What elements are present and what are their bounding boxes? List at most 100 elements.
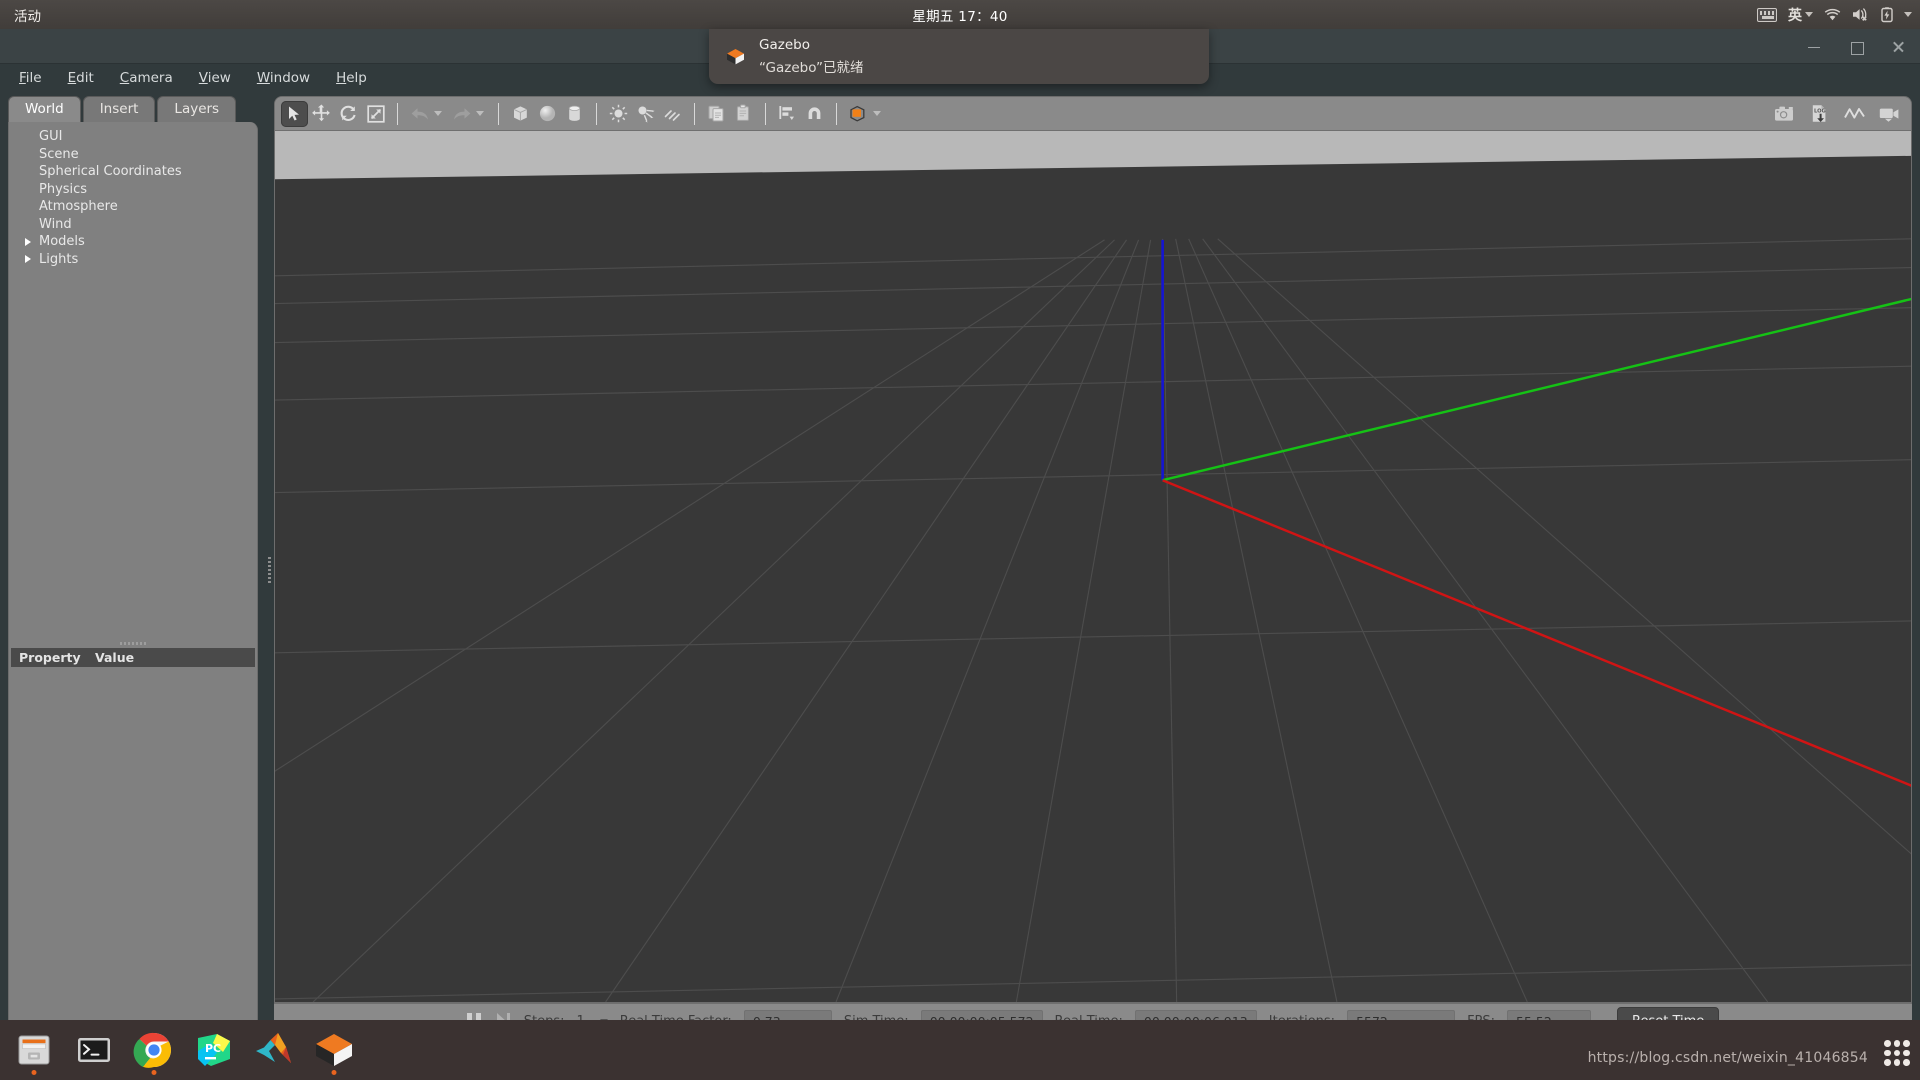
select-mode-button[interactable] [281,100,308,127]
input-method-indicator[interactable]: 英 [1788,5,1813,25]
tree-item-gui[interactable]: GUI [9,128,257,146]
tab-insert[interactable]: Insert [82,96,156,122]
insert-spot-light-button[interactable] [632,101,659,127]
tree-item-label: Spherical Coordinates [39,164,182,180]
toolbar-separator [694,102,695,125]
menu-file[interactable]: File [10,67,51,89]
toolbar-separator [397,102,398,125]
tree-item-label: Models [39,234,85,250]
show-applications-button[interactable] [1884,1040,1910,1066]
panel-tabs: World Insert Layers [8,96,258,122]
gazebo-cube-icon [316,1034,352,1066]
pycharm-icon: PC [198,1034,230,1066]
x-axis [1162,479,1911,787]
screenshot-button[interactable] [1771,101,1798,127]
tab-layers[interactable]: Layers [157,96,237,122]
view-mode-button[interactable] [845,101,872,127]
tree-item-physics[interactable]: Physics [9,181,257,199]
close-icon[interactable] [1890,39,1906,55]
tree-item-models[interactable]: Models [9,233,257,251]
render-frame: LOG [274,96,1912,1003]
tree-item-label: Scene [39,146,79,162]
volume-muted-icon[interactable] [1852,7,1870,22]
view-mode-dropdown[interactable] [873,111,881,116]
expand-arrow-icon[interactable] [25,255,39,264]
paste-button[interactable] [730,101,757,127]
menu-window[interactable]: Window [248,67,319,89]
dock-item-gazebo[interactable] [308,1024,360,1076]
insert-cylinder-button[interactable] [561,101,588,127]
tab-world[interactable]: World [8,96,81,122]
clock-label[interactable]: 星期五 17：40 [0,5,1920,25]
property-table-header: Property Value [11,647,255,667]
log-record-button[interactable]: LOG [1806,101,1833,127]
align-button[interactable] [774,101,801,127]
render-column: LOG [274,92,1920,1047]
dock-item-terminal[interactable] [68,1024,120,1076]
gazebo-cube-icon [725,46,746,67]
property-column-header: Property [19,649,81,665]
redo-history-dropdown[interactable] [476,111,484,116]
plot-button[interactable] [1841,101,1868,127]
y-axis [1162,297,1911,482]
chrome-icon [133,1032,171,1068]
translate-mode-button[interactable] [308,101,335,127]
rotate-mode-button[interactable] [335,101,362,127]
world-tree: GUI Scene Spherical Coordinates Physics [9,122,257,268]
tree-item-lights[interactable]: Lights [9,251,257,269]
insert-directional-light-button[interactable] [659,101,686,127]
tree-item-spherical-coordinates[interactable]: Spherical Coordinates [9,163,257,181]
gnome-top-bar: 活动 星期五 17：40 英 [0,0,1920,29]
undo-button[interactable] [406,101,433,127]
battery-charging-icon[interactable] [1881,6,1893,23]
copy-button[interactable] [703,101,730,127]
matlab-icon [256,1033,291,1063]
dock-item-files[interactable] [8,1024,60,1076]
blog-watermark: https://blog.csdn.net/weixin_41046854 [1587,1050,1868,1066]
left-panel: World Insert Layers GUI Scene Spherical … [0,92,264,1047]
tree-item-label: GUI [39,129,63,145]
toolbar-separator [596,102,597,125]
activities-button[interactable]: 活动 [0,5,53,25]
menu-camera[interactable]: Camera [111,67,182,89]
expand-arrow-icon[interactable] [25,237,39,246]
scale-mode-button[interactable] [362,101,389,127]
panel-splitter-handle[interactable] [11,640,255,648]
menu-edit[interactable]: Edit [59,67,103,89]
video-record-button[interactable] [1876,101,1903,127]
svg-text:LOG: LOG [1814,108,1826,114]
ground-grid [275,238,1911,1002]
keyboard-icon[interactable] [1757,7,1777,22]
3d-viewport[interactable] [275,131,1911,1002]
insert-box-button[interactable] [507,101,534,127]
tree-item-scene[interactable]: Scene [9,146,257,164]
main-area: World Insert Layers GUI Scene Spherical … [0,92,1920,1047]
vertical-splitter[interactable] [264,92,274,1047]
dock-item-chrome[interactable] [128,1024,180,1076]
tree-item-label: Physics [39,181,88,197]
tree-item-label: Lights [39,251,79,267]
dock-item-pycharm[interactable]: PC [188,1024,240,1076]
chevron-down-icon [1805,12,1813,17]
svg-text:PC: PC [205,1042,221,1055]
menu-help[interactable]: Help [327,67,376,89]
system-tray: 英 [1757,5,1912,25]
notification-popup[interactable]: Gazebo “Gazebo”已就绪 [709,29,1209,84]
dock-item-matlab[interactable] [248,1024,300,1076]
menu-view[interactable]: View [190,67,240,89]
system-menu-button[interactable] [1904,12,1912,17]
undo-history-dropdown[interactable] [434,111,442,116]
redo-button[interactable] [448,101,475,127]
scene-grid-and-axes [275,238,1911,1002]
magnet-snap-icon[interactable] [801,101,828,127]
minimize-icon[interactable] [1806,39,1822,55]
maximize-icon[interactable] [1848,39,1864,55]
wifi-icon[interactable] [1824,8,1841,22]
property-table-body [9,666,257,1038]
toolbar-separator [498,102,499,125]
toolbar-right-group: LOG [1771,101,1903,127]
insert-sphere-button[interactable] [534,101,561,127]
insert-point-light-button[interactable] [605,101,632,127]
tree-item-atmosphere[interactable]: Atmosphere [9,198,257,216]
tree-item-wind[interactable]: Wind [9,216,257,234]
